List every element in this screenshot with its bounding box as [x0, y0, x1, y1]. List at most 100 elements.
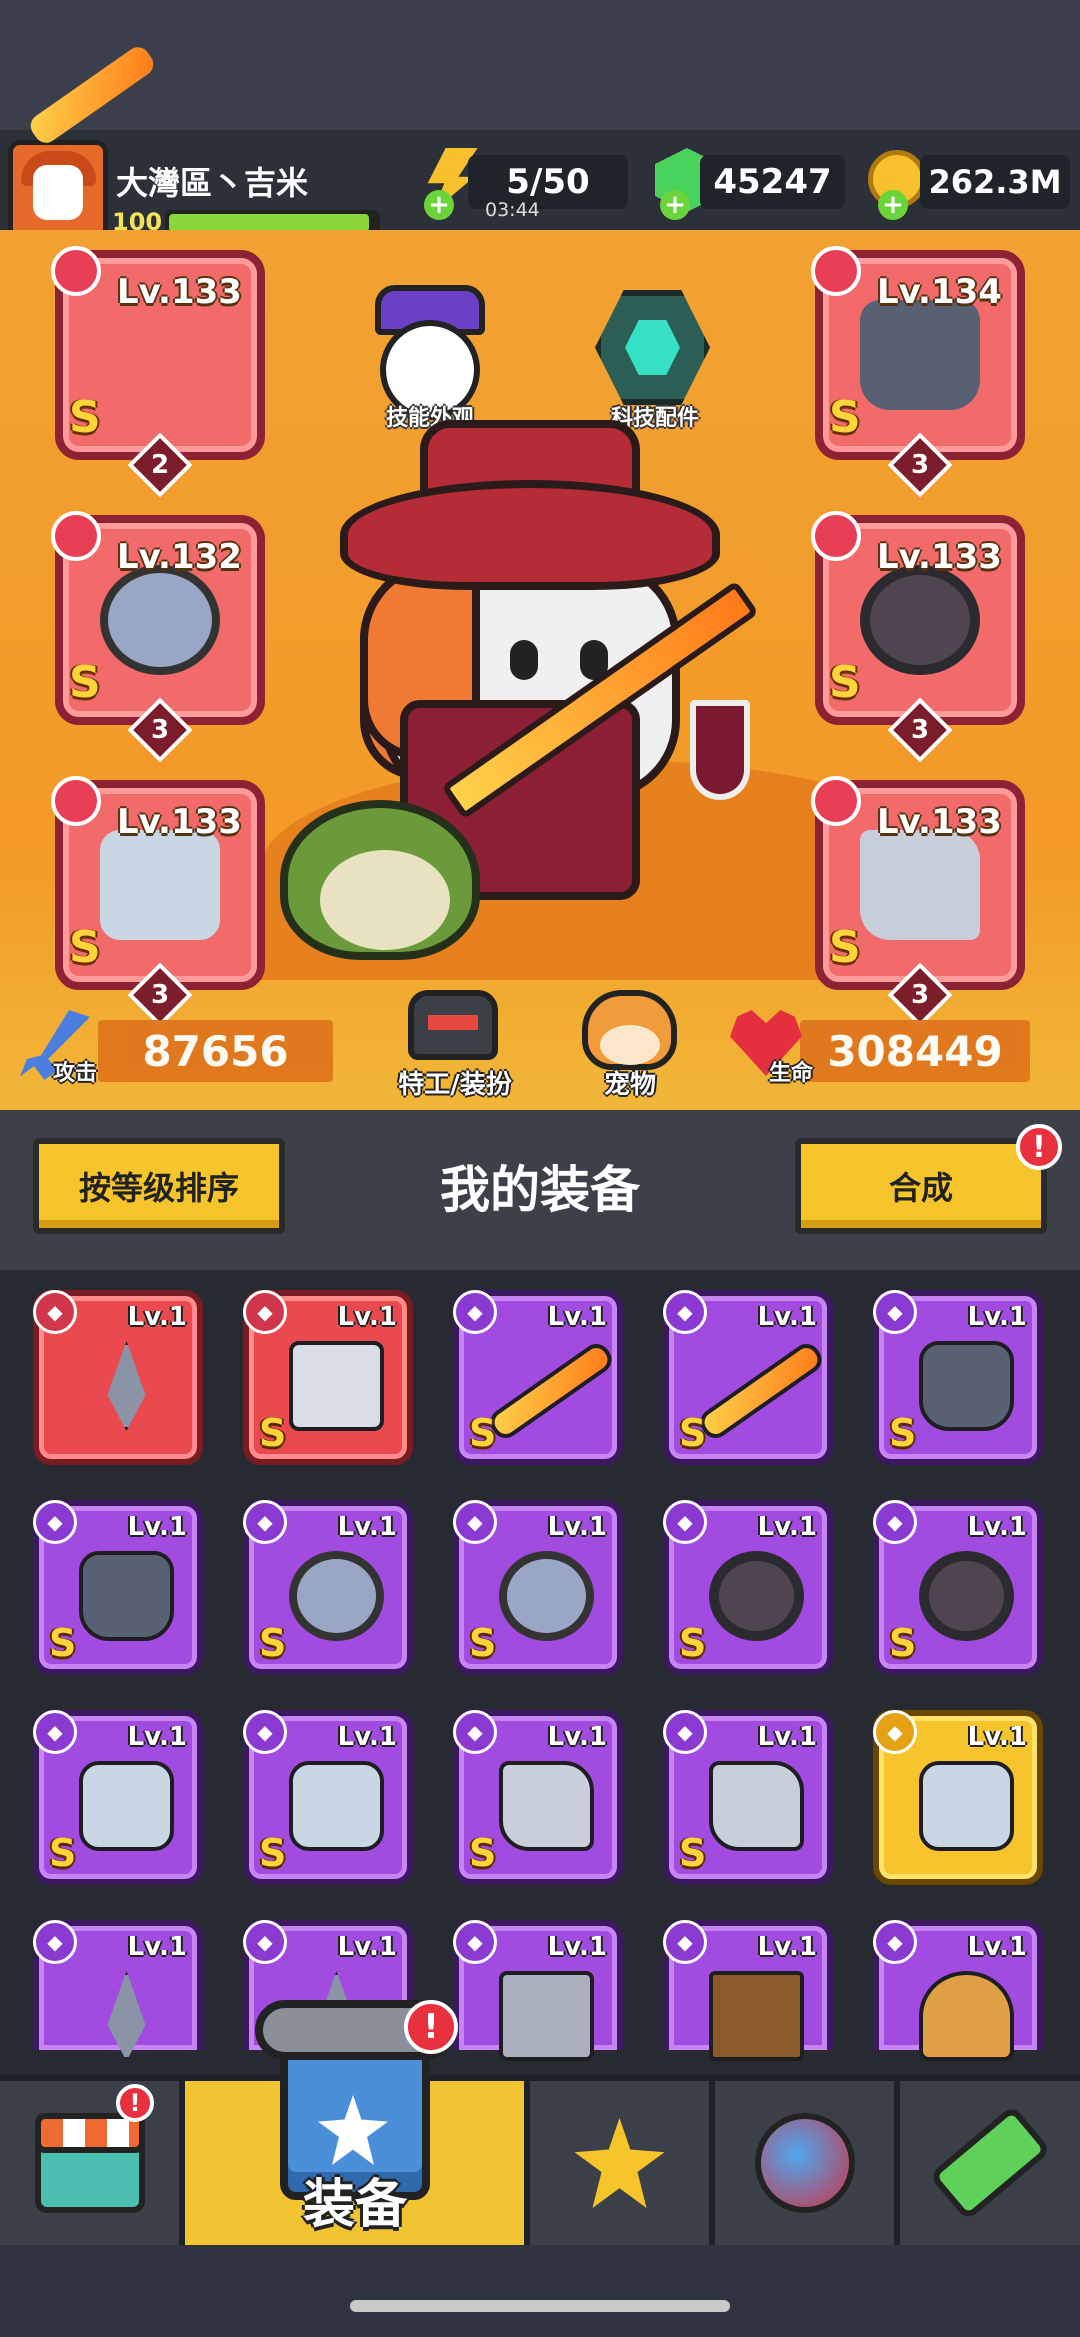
- glove-icon: [289, 1761, 384, 1851]
- item-type-badge-icon: ◆: [873, 1500, 917, 1544]
- equipped-slot-level: Lv.132: [117, 537, 242, 577]
- equipped-slot-grade: S: [829, 392, 861, 443]
- blaster-icon: [289, 1341, 384, 1431]
- nav-tab-shop[interactable]: [0, 2081, 185, 2245]
- armor-type-badge-icon: [811, 246, 861, 296]
- necklace-type-badge-icon: [51, 511, 101, 561]
- life-label: 生命: [768, 1061, 813, 1086]
- status-bar: [0, 0, 1080, 130]
- armor-icon: [919, 1341, 1014, 1431]
- home-indicator[interactable]: [350, 2300, 730, 2312]
- player-avatar[interactable]: [8, 140, 108, 240]
- merge-alert-badge: !: [1016, 1124, 1062, 1170]
- inventory-item-grade: S: [259, 1621, 287, 1665]
- inventory-item-grade: S: [259, 1831, 287, 1875]
- inventory-item[interactable]: ◆ Lv.1 S: [453, 1290, 623, 1465]
- inventory-item-level: Lv.1: [967, 1932, 1027, 1962]
- inventory-item[interactable]: ◆ Lv.1 S: [453, 1500, 623, 1675]
- inventory-item[interactable]: ◆ Lv.1 S: [873, 1290, 1043, 1465]
- equipped-slot-level: Lv.133: [877, 537, 1002, 577]
- pet-label[interactable]: 宠物: [575, 1064, 685, 1101]
- inventory-item-level: Lv.1: [967, 1512, 1027, 1542]
- agent-label[interactable]: 特工/装扮: [370, 1064, 540, 1101]
- inventory-item[interactable]: ◆ Lv.1: [663, 1920, 833, 2061]
- equipped-slot-stars: 3: [150, 980, 170, 1010]
- attack-label: 攻击: [52, 1061, 97, 1086]
- add-gems-icon[interactable]: +: [660, 190, 690, 220]
- sword-icon: [485, 1338, 617, 1444]
- inventory-item-level: Lv.1: [127, 1512, 187, 1542]
- equipped-slot-grade: S: [69, 392, 101, 443]
- inventory-item[interactable]: ◆ Lv.1 S: [243, 1500, 413, 1675]
- inventory-item-grade: S: [889, 1621, 917, 1665]
- inventory-item[interactable]: ◆ Lv.1 S: [33, 1500, 203, 1675]
- inventory-item-level: Lv.1: [127, 1722, 187, 1752]
- nav-tab-evolve[interactable]: [900, 2081, 1080, 2245]
- necklace-icon: [499, 1551, 594, 1641]
- belt-icon: [860, 565, 980, 675]
- inventory-item-level: Lv.1: [967, 1722, 1027, 1752]
- equipped-slot-grade: S: [69, 922, 101, 973]
- inventory-item[interactable]: ◆ Lv.1 S: [453, 1710, 623, 1885]
- inventory-item-level: Lv.1: [547, 1302, 607, 1332]
- shop-alert-badge: !: [116, 2084, 154, 2122]
- inventory-item-level: Lv.1: [337, 1302, 397, 1332]
- item-type-badge-icon: ◆: [663, 1920, 707, 1964]
- inventory-item[interactable]: ◆ Lv.1 S: [663, 1290, 833, 1465]
- inventory-item[interactable]: ◆ Lv.1: [873, 1920, 1043, 2061]
- inventory-item-grade: S: [49, 1621, 77, 1665]
- boots-icon: [709, 1761, 804, 1851]
- inventory-item[interactable]: ◆ Lv.1 S: [663, 1710, 833, 1885]
- inventory-item-grade: S: [469, 1621, 497, 1665]
- gem-counter: 45247: [700, 155, 845, 209]
- inventory-item-level: Lv.1: [337, 1722, 397, 1752]
- glove-icon: [919, 1761, 1014, 1851]
- merge-button[interactable]: 合成: [795, 1138, 1047, 1234]
- planet-icon: [754, 2113, 855, 2213]
- nav-tab-world[interactable]: [715, 2081, 900, 2245]
- boots-type-badge-icon: [811, 776, 861, 826]
- item-type-badge-icon: ◆: [453, 1500, 497, 1544]
- belt-type-badge-icon: [811, 511, 861, 561]
- pet-frog-belly: [320, 850, 450, 950]
- inventory-item[interactable]: ◆ Lv.1 S: [243, 1290, 413, 1465]
- add-coins-icon[interactable]: +: [878, 190, 908, 220]
- item-type-badge-icon: ◆: [243, 1290, 287, 1334]
- item-type-badge-icon: ◆: [33, 1920, 77, 1964]
- inventory-item[interactable]: ◆ Lv.1 S: [243, 1710, 413, 1885]
- sort-by-level-button[interactable]: 按等级排序: [33, 1138, 285, 1234]
- equipped-slot-level: Lv.134: [877, 272, 1002, 312]
- revolver-icon: [499, 1971, 594, 2061]
- attack-value: 87656: [98, 1020, 333, 1082]
- add-energy-icon[interactable]: +: [424, 190, 454, 220]
- boots-icon: [499, 1761, 594, 1851]
- shotgun-icon: [709, 1971, 804, 2061]
- inventory-item[interactable]: ◆ Lv.1: [33, 1920, 203, 2061]
- item-type-badge-icon: ◆: [33, 1290, 77, 1334]
- inventory-item[interactable]: ◆ Lv.1: [453, 1920, 623, 2061]
- player-name: 大灣區丶吉米: [116, 164, 309, 202]
- equipped-slot-level: Lv.133: [117, 802, 242, 842]
- inventory-item[interactable]: ◆ Lv.1 S: [33, 1710, 203, 1885]
- crossed-swords-icon: [574, 2118, 665, 2208]
- inventory-item-level: Lv.1: [547, 1512, 607, 1542]
- inventory-item-grade: S: [679, 1621, 707, 1665]
- inventory-item-grade: S: [469, 1411, 497, 1455]
- nav-tab-battle[interactable]: [530, 2081, 715, 2245]
- inventory-item[interactable]: ◆ Lv.1 S: [873, 1500, 1043, 1675]
- inventory-item-level: Lv.1: [757, 1512, 817, 1542]
- inventory-item[interactable]: ◆ Lv.1: [33, 1290, 203, 1465]
- inventory-item-level: Lv.1: [127, 1932, 187, 1962]
- inventory-item-level: Lv.1: [757, 1722, 817, 1752]
- coin-counter: 262.3M: [920, 155, 1070, 209]
- inventory-item-grade: S: [259, 1411, 287, 1455]
- inventory-item[interactable]: ◆ Lv.1: [873, 1710, 1043, 1885]
- armor-icon: [79, 1551, 174, 1641]
- item-type-badge-icon: ◆: [663, 1500, 707, 1544]
- inventory-item-grade: S: [679, 1411, 707, 1455]
- agent-visor: [428, 1015, 478, 1030]
- weapon-type-badge-icon: [51, 246, 101, 296]
- equipped-slot-stars: 3: [150, 715, 170, 745]
- wine-glass-icon: [690, 700, 750, 800]
- inventory-item[interactable]: ◆ Lv.1 S: [663, 1500, 833, 1675]
